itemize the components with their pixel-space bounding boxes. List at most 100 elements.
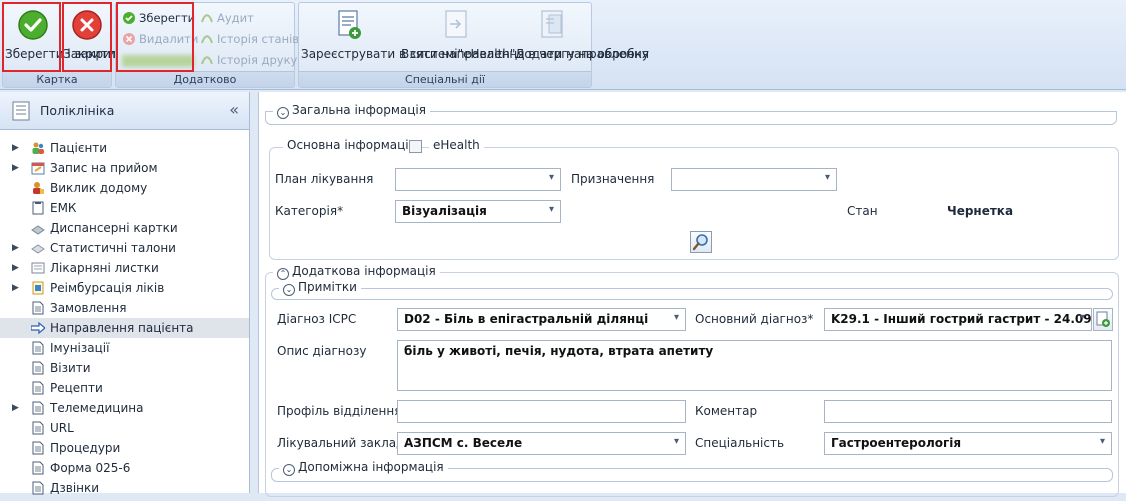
notes-section-header[interactable]: ⌄ Примітки <box>279 280 361 296</box>
purpose-label: Призначення <box>571 172 655 186</box>
patients-icon <box>31 141 45 155</box>
group-label-extra: Додатково <box>116 71 294 87</box>
nav-item-18[interactable]: Дзвінки <box>0 478 249 498</box>
document-icon <box>31 401 45 415</box>
document-icon <box>31 381 45 395</box>
nav-title: Поліклініка <box>40 103 115 118</box>
nav-item-label: Пацієнти <box>50 141 108 155</box>
nav-item-6[interactable]: ▶ Статистичні талони <box>0 238 249 258</box>
state-label: Стан <box>847 204 878 218</box>
ehealth-checkbox[interactable] <box>409 140 422 153</box>
document-icon <box>31 421 45 435</box>
print-history-button[interactable]: Історія друку <box>200 51 297 69</box>
nav-item-label: Статистичні талони <box>50 241 176 255</box>
nav-item-16[interactable]: Процедури <box>0 438 249 458</box>
expand-arrow-icon[interactable]: ▶ <box>12 278 19 298</box>
nav-item-14[interactable]: ▶ Телемедицина <box>0 398 249 418</box>
add-diagnosis-button[interactable] <box>1093 308 1113 331</box>
nav-item-11[interactable]: Імунізації <box>0 338 249 358</box>
nav-item-17[interactable]: Форма 025-6 <box>0 458 249 478</box>
nav-item-label: Виклик додому <box>50 181 148 195</box>
treatment-plan-label: План лікування <box>275 172 374 186</box>
collapse-circle-icon: ⌄ <box>283 284 295 296</box>
purpose-dropdown[interactable] <box>671 168 837 191</box>
sick-leave-icon <box>31 261 45 275</box>
document-icon <box>31 361 45 375</box>
expand-circle-icon: ⌃ <box>277 268 289 280</box>
reimbursement-icon <box>31 281 45 295</box>
facility-label: Лікувальний заклад <box>277 436 405 450</box>
expand-arrow-icon[interactable]: ▶ <box>12 258 19 278</box>
nav-list: ▶ Пацієнти ▶ Запис на прийом Виклик додому ЕМ… <box>0 130 249 498</box>
home-call-icon <box>31 181 45 195</box>
add-referral-button[interactable]: Додати направлення <box>515 5 649 72</box>
specialty-dropdown[interactable]: Гастроентерологія <box>824 432 1112 455</box>
nav-item-15[interactable]: URL <box>0 418 249 438</box>
nav-item-label: Замовлення <box>50 301 127 315</box>
document-icon <box>31 461 45 475</box>
notes-frame <box>271 288 1113 300</box>
state-history-button[interactable]: Історія станів <box>200 30 299 48</box>
highlight-extra <box>116 2 194 72</box>
collapse-icon[interactable]: « <box>229 100 239 119</box>
search-button[interactable] <box>690 231 712 253</box>
audit-button[interactable]: Аудит <box>200 9 254 27</box>
document-icon <box>31 301 45 315</box>
audit-icon <box>201 14 213 23</box>
nav-item-7[interactable]: ▶ Лікарняні листки <box>0 258 249 278</box>
basic-info-legend: Основна інформація <box>283 138 420 152</box>
general-section-frame <box>265 111 1117 125</box>
nav-item-label: Форма 025-6 <box>50 461 131 475</box>
ehealth-label: eHealth <box>429 138 484 152</box>
additional-section-header[interactable]: ⌃ Додаткова інформація <box>273 264 440 280</box>
document-icon <box>31 341 45 355</box>
highlight-close <box>62 2 112 72</box>
state-value: Чернетка <box>947 204 1014 218</box>
nav-item-12[interactable]: Візити <box>0 358 249 378</box>
expand-arrow-icon[interactable]: ▶ <box>12 138 19 158</box>
expand-arrow-icon[interactable]: ▶ <box>12 238 19 258</box>
take-referral-button[interactable]: Взяти направлення в чергу на обробку <box>401 5 649 72</box>
treatment-plan-dropdown[interactable] <box>395 168 561 191</box>
appointment-icon <box>31 161 45 175</box>
nav-item-5[interactable]: Диспансерні картки <box>0 218 249 238</box>
nav-item-label: Запис на прийом <box>50 161 158 175</box>
icpc-dropdown[interactable]: D02 - Біль в епігастральній ділянці <box>397 308 686 331</box>
nav-item-label: Процедури <box>50 441 121 455</box>
stat-ticket-icon <box>31 241 45 255</box>
nav-item-1[interactable]: ▶ Пацієнти <box>0 138 249 158</box>
nav-item-2[interactable]: ▶ Запис на прийом <box>0 158 249 178</box>
diagnosis-description-textarea[interactable]: біль у животі, печія, нудота, втрата апе… <box>397 340 1112 391</box>
nav-item-label: Реімбурсація ліків <box>50 281 165 295</box>
nav-item-10[interactable]: Направлення пацієнта <box>0 318 249 338</box>
main-diagnosis-dropdown[interactable]: K29.1 - Інший гострий гастрит - 24.09.20… <box>824 308 1092 331</box>
aux-section-header[interactable]: ⌄ Допоміжна інформація <box>279 460 448 476</box>
register-ehealth-button[interactable]: Зареєструвати в системі"eHealth" <box>301 5 515 72</box>
register-document-icon <box>338 10 361 39</box>
nav-item-label: Телемедицина <box>50 401 144 415</box>
nav-header: Поліклініка « <box>0 92 249 130</box>
highlight-save-close <box>2 2 61 72</box>
main-form: ⌄ Загальна інформація Основна інформація … <box>258 92 1126 497</box>
history-icon <box>201 35 213 44</box>
nav-item-3[interactable]: Виклик додому <box>0 178 249 198</box>
nav-item-4[interactable]: ЕМК <box>0 198 249 218</box>
left-navigation: Поліклініка « ▶ Пацієнти ▶ Запис на прийом В… <box>0 92 250 495</box>
nav-item-9[interactable]: Замовлення <box>0 298 249 318</box>
dept-profile-label: Профіль відділення <box>277 404 402 418</box>
category-label: Категорія* <box>275 204 344 218</box>
facility-dropdown[interactable]: АЗПСМ с. Веселе <box>397 432 686 455</box>
ribbon-toolbar: Зберегти і закрити Закрити Картка Зберег… <box>0 0 1126 90</box>
print-history-icon <box>201 56 213 65</box>
clinic-icon <box>12 101 30 121</box>
nav-item-8[interactable]: ▶ Реімбурсація ліків <box>0 278 249 298</box>
comment-input[interactable] <box>824 400 1112 423</box>
add-referral-icon <box>541 10 563 38</box>
emk-icon <box>31 201 45 215</box>
category-dropdown[interactable]: Візуалізація <box>395 200 561 223</box>
specialty-label: Спеціальність <box>695 436 785 450</box>
expand-arrow-icon[interactable]: ▶ <box>12 398 19 418</box>
expand-arrow-icon[interactable]: ▶ <box>12 158 19 178</box>
dept-profile-input[interactable] <box>397 400 686 423</box>
nav-item-13[interactable]: Рецепти <box>0 378 249 398</box>
